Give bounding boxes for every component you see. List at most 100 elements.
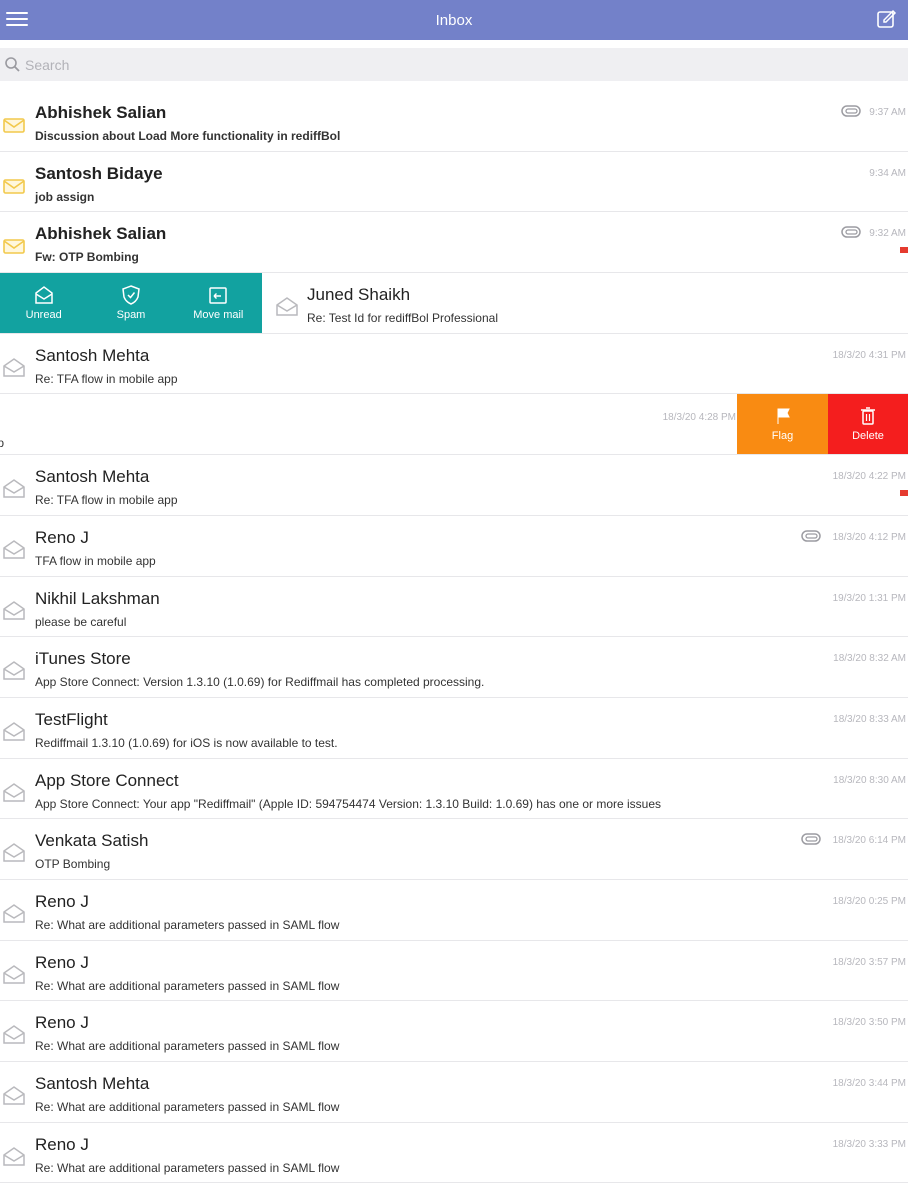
email-time: 18/3/20 3:33 PM <box>832 1138 906 1150</box>
email-row[interactable]: Venkata Satish OTP Bombing 18/3/20 6:14 PM <box>0 819 908 880</box>
email-sender: Reno J <box>35 952 89 972</box>
email-time: 19/3/20 1:31 PM <box>832 592 906 604</box>
read-envelope-icon <box>274 295 300 317</box>
email-row[interactable]: Abhishek Salian Fw: OTP Bombing 9:32 AM <box>0 212 908 274</box>
email-sender: Abhishek Salian <box>35 224 167 244</box>
email-time: 18/3/20 8:30 AM <box>833 774 906 786</box>
email-sender: Venkata Satish <box>35 831 149 851</box>
flag-icon <box>774 407 792 430</box>
read-envelope-icon <box>1 659 27 681</box>
flag-action-button[interactable]: Flag <box>737 394 828 455</box>
email-subject: app <box>0 436 4 450</box>
delete-action-button[interactable]: Delete <box>828 394 908 455</box>
email-row[interactable]: Unread Spam Move mail Juned Shaikh Re: Test … <box>0 273 908 334</box>
email-time: 18/3/20 8:33 AM <box>833 713 906 725</box>
read-envelope-icon <box>1 841 27 863</box>
nav-bar: Inbox <box>0 0 908 40</box>
email-subject: Re: TFA flow in mobile app <box>35 371 178 386</box>
email-row[interactable]: Santosh Bidaye job assign 9:34 AM <box>0 151 908 213</box>
email-sender: App Store Connect <box>35 770 179 790</box>
email-time: 18/3/20 3:50 PM <box>832 1017 906 1029</box>
email-row[interactable]: iTunes Store App Store Connect: Version 1… <box>0 637 908 698</box>
email-row[interactable]: Reno J Re: What are additional parameters… <box>0 1001 908 1062</box>
hamburger-menu-icon[interactable] <box>6 9 28 29</box>
email-subject: App Store Connect: Version 1.3.10 (1.0.6… <box>35 675 485 690</box>
email-subject: Fw: OTP Bombing <box>35 250 139 265</box>
unread-envelope-icon <box>1 174 27 196</box>
envelope-open-icon <box>33 284 55 309</box>
attachment-icon <box>800 529 822 543</box>
unread-action-button[interactable]: Unread <box>0 273 87 333</box>
email-time: 18/3/20 4:31 PM <box>832 349 906 361</box>
read-envelope-icon <box>1 1145 27 1167</box>
email-row[interactable]: app 18/3/20 4:28 PMFlagDelete <box>0 394 908 456</box>
email-row[interactable]: TestFlight Rediffmail 1.3.10 (1.0.69) for… <box>0 697 908 759</box>
email-row[interactable]: Santosh Mehta Re: TFA flow in mobile app 1… <box>0 455 908 516</box>
folder-move-icon <box>207 284 229 309</box>
email-sender: Reno J <box>35 891 89 911</box>
email-row[interactable]: Santosh Mehta Re: What are additional par… <box>0 1062 908 1123</box>
email-sender: iTunes Store <box>35 649 131 669</box>
email-time: 18/3/20 8:32 AM <box>833 653 906 665</box>
attachment-icon <box>840 225 862 239</box>
search-input[interactable] <box>23 49 883 80</box>
email-time: 9:34 AM <box>869 167 906 179</box>
page-title: Inbox <box>435 11 473 29</box>
read-envelope-icon <box>1 477 27 499</box>
email-time: 9:37 AM <box>869 107 906 118</box>
email-sender: Juned Shaikh <box>307 285 411 305</box>
email-time: 18/3/20 3:44 PM <box>832 1078 906 1089</box>
search-bar <box>0 48 908 81</box>
email-subject: App Store Connect: Your app "Rediffmail"… <box>35 796 662 811</box>
read-envelope-icon <box>1 963 27 985</box>
attachment-icon <box>840 104 862 118</box>
search-icon <box>5 56 20 72</box>
email-subject: please be careful <box>35 614 127 629</box>
read-envelope-icon <box>1 1023 27 1045</box>
compose-icon[interactable] <box>876 8 898 30</box>
email-sender: Santosh Mehta <box>35 345 150 365</box>
trash-icon <box>859 407 877 430</box>
email-row[interactable]: Reno J Re: What are additional parameters… <box>0 879 908 941</box>
email-subject: Re: TFA flow in mobile app <box>35 493 178 508</box>
email-row[interactable]: Abhishek Salian Discussion about Load Mor… <box>0 91 908 152</box>
email-subject: Discussion about Load More functionality… <box>35 129 341 143</box>
email-subject: OTP Bombing <box>35 857 111 872</box>
attachment-icon <box>800 832 822 846</box>
unread-envelope-icon <box>1 113 27 135</box>
email-row[interactable]: Reno J Re: What are additional parameters… <box>0 1122 908 1184</box>
email-time: 18/3/20 6:14 PM <box>832 835 906 847</box>
email-time: 18/3/20 0:25 PM <box>832 895 906 907</box>
email-subject: Rediffmail 1.3.10 (1.0.69) for iOS is no… <box>35 735 338 750</box>
swipe-actions: Unread Spam Move mail <box>0 273 262 333</box>
spam-action-button[interactable]: Spam <box>87 273 174 333</box>
email-row[interactable]: App Store Connect App Store Connect: Your… <box>0 758 908 820</box>
email-list: Abhishek Salian Discussion about Load Mor… <box>0 91 908 1184</box>
email-time: 18/3/20 4:12 PM <box>832 531 906 543</box>
read-envelope-icon <box>1 1084 27 1106</box>
email-subject: Re: What are additional parameters passe… <box>35 1160 340 1175</box>
email-row[interactable]: Reno J TFA flow in mobile app 18/3/20 4:12… <box>0 515 908 577</box>
email-subject: Re: What are additional parameters passe… <box>35 1100 340 1114</box>
email-sender: Santosh Bidaye <box>35 163 163 183</box>
email-sender: Santosh Mehta <box>35 467 150 487</box>
read-envelope-icon <box>1 781 27 803</box>
email-subject: Re: What are additional parameters passe… <box>35 978 340 993</box>
read-envelope-icon <box>1 356 27 378</box>
email-row[interactable]: Santosh Mehta Re: TFA flow in mobile app 1… <box>0 333 908 395</box>
shield-icon <box>120 284 142 309</box>
email-time: 18/3/20 4:28 PM <box>662 412 736 424</box>
read-envelope-icon <box>1 599 27 621</box>
email-sender: Reno J <box>35 1013 89 1033</box>
flag-indicator-icon <box>900 490 908 497</box>
email-sender: Santosh Mehta <box>35 1074 150 1093</box>
email-time: 18/3/20 3:57 PM <box>832 956 906 968</box>
email-sender: Abhishek Salian <box>35 103 167 122</box>
email-row[interactable]: Reno J Re: What are additional parameters… <box>0 940 908 1002</box>
flag-indicator-icon <box>900 247 908 254</box>
email-sender: Reno J <box>35 527 89 547</box>
email-sender: Reno J <box>35 1134 89 1154</box>
move-mail-action-button[interactable]: Move mail <box>175 273 262 333</box>
email-row[interactable]: Nikhil Lakshman please be careful 19/3/20 … <box>0 576 908 638</box>
email-sender: Nikhil Lakshman <box>35 588 160 608</box>
